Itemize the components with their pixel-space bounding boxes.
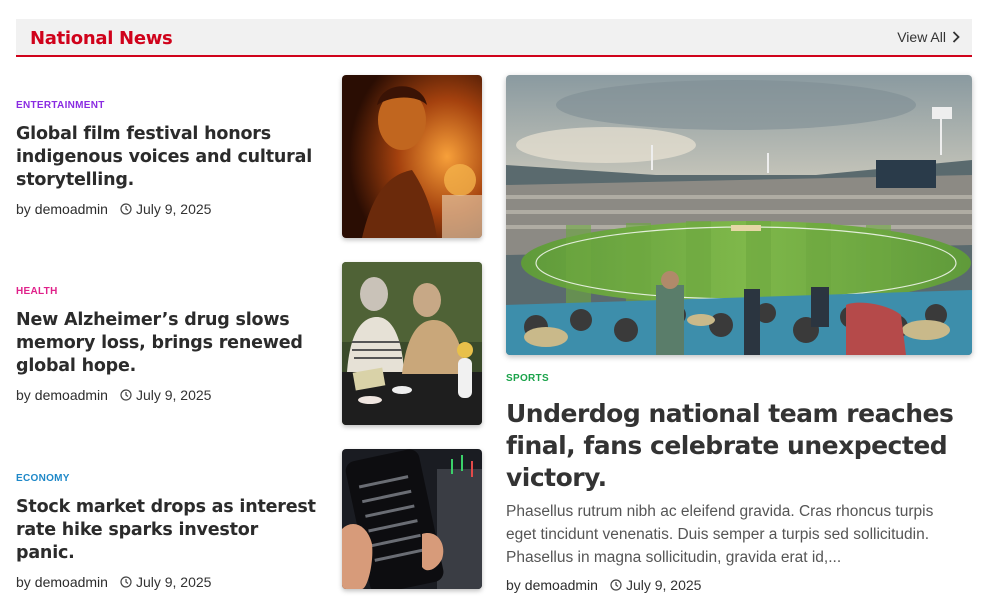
by-label: by: [16, 387, 31, 403]
clock-icon: [120, 203, 132, 215]
article-thumbnail[interactable]: [342, 449, 482, 589]
chevron-right-icon: [952, 31, 960, 43]
article-date[interactable]: July 9, 2025: [136, 574, 212, 590]
category-label[interactable]: Economy: [16, 473, 316, 484]
clock-icon: [120, 576, 132, 588]
author-link[interactable]: demoadmin: [35, 574, 108, 590]
article-date[interactable]: July 9, 2025: [136, 387, 212, 403]
category-label[interactable]: Sports: [506, 373, 972, 384]
by-label: by: [16, 574, 31, 590]
article-meta: by demoadmin July 9, 2025: [506, 577, 972, 593]
view-all-label: View All: [897, 29, 946, 45]
section-title: National News: [30, 28, 173, 49]
article-date[interactable]: July 9, 2025: [136, 201, 212, 217]
view-all-link[interactable]: View All: [897, 29, 960, 45]
clock-icon: [120, 389, 132, 401]
article-title[interactable]: New Alzheimer’s drug slows memory loss, …: [16, 309, 316, 378]
article-thumbnail[interactable]: [342, 262, 482, 425]
article-meta: by demoadmin July 9, 2025: [16, 574, 316, 590]
article-title[interactable]: Global film festival honors indigenous v…: [16, 123, 316, 192]
article-date[interactable]: July 9, 2025: [626, 577, 702, 593]
author-link[interactable]: demoadmin: [35, 201, 108, 217]
featured-image[interactable]: [506, 75, 972, 355]
article-meta: by demoadmin July 9, 2025: [16, 387, 316, 403]
by-label: by: [506, 577, 521, 593]
featured-title[interactable]: Underdog national team reaches final, fa…: [506, 398, 972, 494]
clock-icon: [610, 579, 622, 591]
article-thumbnail[interactable]: [342, 75, 482, 238]
category-label[interactable]: Entertainment: [16, 100, 316, 111]
section-header: National News View All: [16, 19, 972, 57]
category-label[interactable]: Health: [16, 286, 316, 297]
by-label: by: [16, 201, 31, 217]
author-link[interactable]: demoadmin: [525, 577, 598, 593]
author-link[interactable]: demoadmin: [35, 387, 108, 403]
article-title[interactable]: Stock market drops as interest rate hike…: [16, 496, 316, 565]
featured-article: Sports Underdog national team reaches fi…: [506, 373, 972, 593]
article-meta: by demoadmin July 9, 2025: [16, 201, 316, 217]
featured-excerpt: Phasellus rutrum nibh ac eleifend gravid…: [506, 503, 934, 566]
